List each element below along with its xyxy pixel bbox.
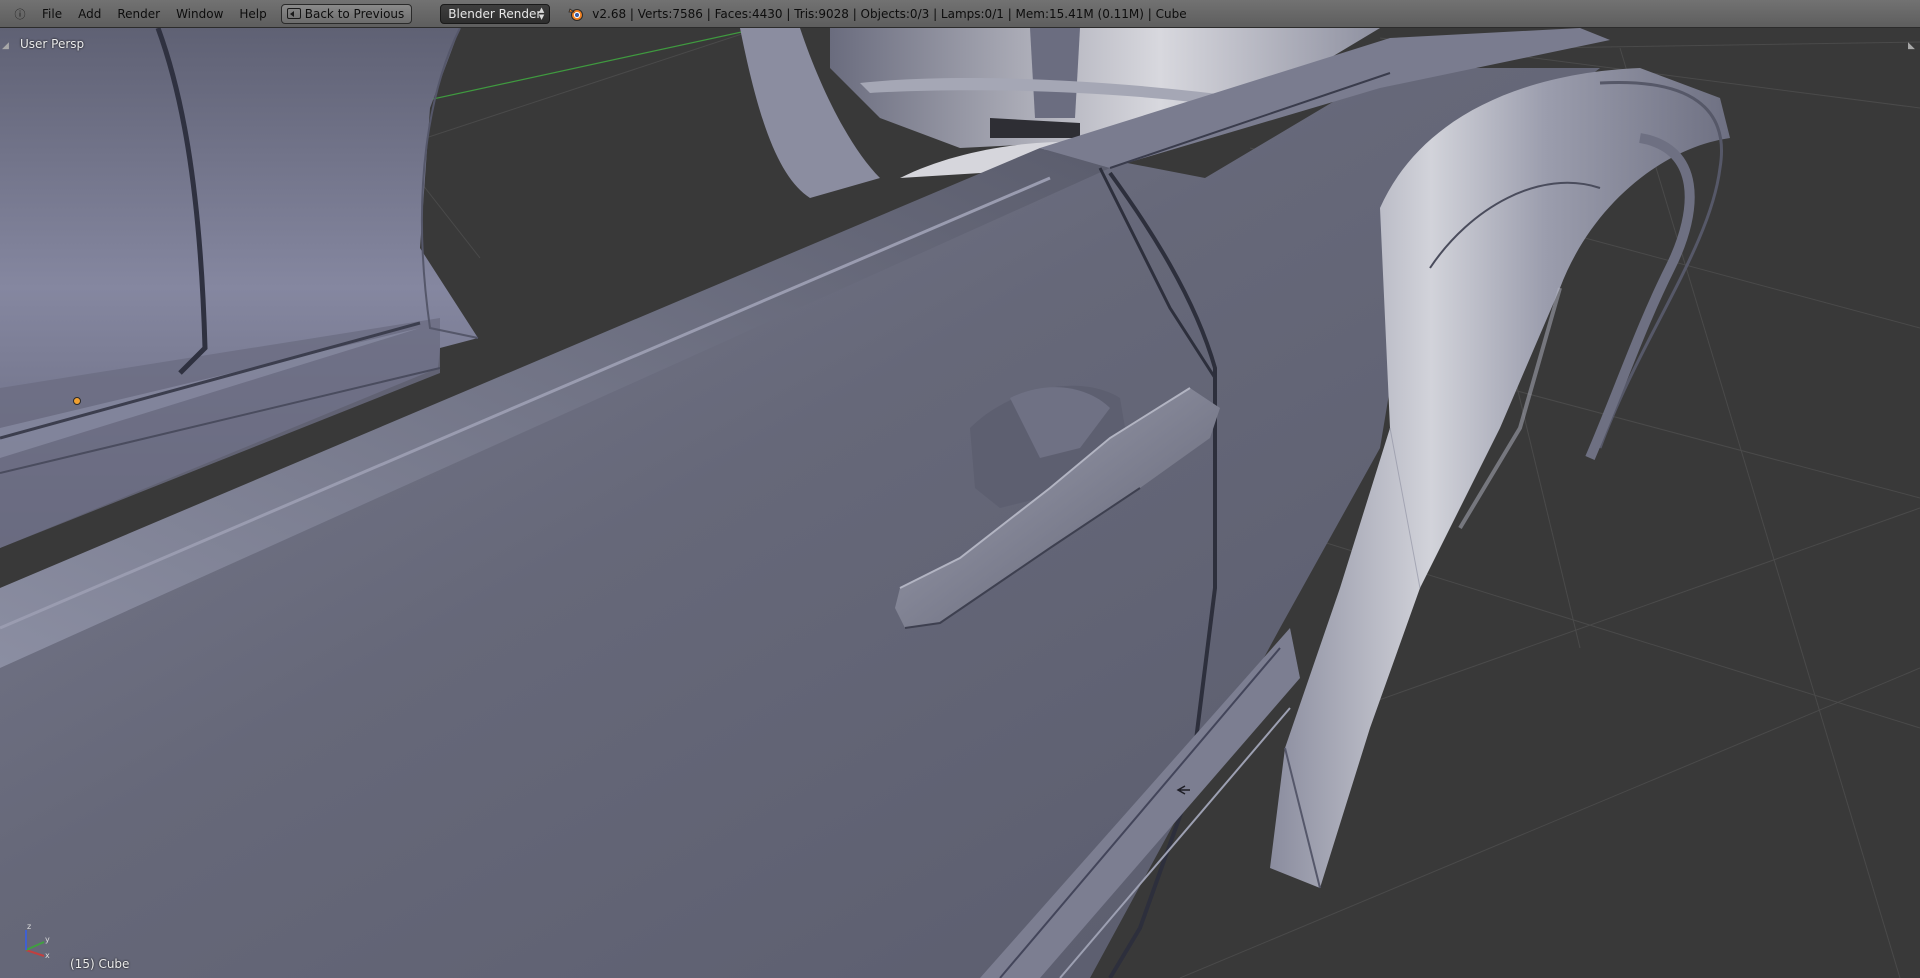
- menu-window[interactable]: Window: [168, 3, 231, 25]
- axis-orientation-gizmo: z y x: [18, 920, 58, 960]
- info-editor-icon: ⓘ: [14, 7, 26, 21]
- axis-z-label: z: [27, 922, 31, 931]
- blender-logo-icon: [568, 6, 584, 22]
- menu-file[interactable]: File: [34, 3, 70, 25]
- viewport-canvas[interactable]: [0, 28, 1920, 978]
- updown-arrows-icon: ▲ ▼: [538, 5, 545, 21]
- object-origin-dot: [73, 397, 81, 405]
- axis-y-label: y: [45, 935, 50, 944]
- view-name-label: User Persp: [20, 37, 85, 51]
- info-header: ⓘ File Add Render Window Help Back to Pr…: [0, 0, 1920, 28]
- render-engine-select[interactable]: Blender Render ▲ ▼: [440, 3, 551, 24]
- area-split-widget-left[interactable]: ◢: [2, 41, 12, 51]
- active-object-info: (15) Cube: [70, 957, 130, 971]
- render-engine-value: Blender Render: [448, 6, 542, 21]
- menu-render[interactable]: Render: [109, 3, 168, 25]
- menu-add[interactable]: Add: [70, 3, 109, 25]
- editor-type-selector[interactable]: ⓘ: [6, 4, 34, 24]
- 3d-viewport[interactable]: ◢ ◣ User Persp z y x (15) Cube: [0, 28, 1920, 978]
- menu-help[interactable]: Help: [231, 3, 274, 25]
- back-screen-icon: [286, 8, 301, 19]
- axis-x-label: x: [45, 951, 50, 960]
- area-split-widget-right[interactable]: ◣: [1908, 41, 1918, 51]
- back-to-previous-button[interactable]: Back to Previous: [280, 3, 413, 24]
- scene-stats: v2.68 | Verts:7586 | Faces:4430 | Tris:9…: [592, 6, 1187, 21]
- back-to-previous-label: Back to Previous: [304, 6, 405, 21]
